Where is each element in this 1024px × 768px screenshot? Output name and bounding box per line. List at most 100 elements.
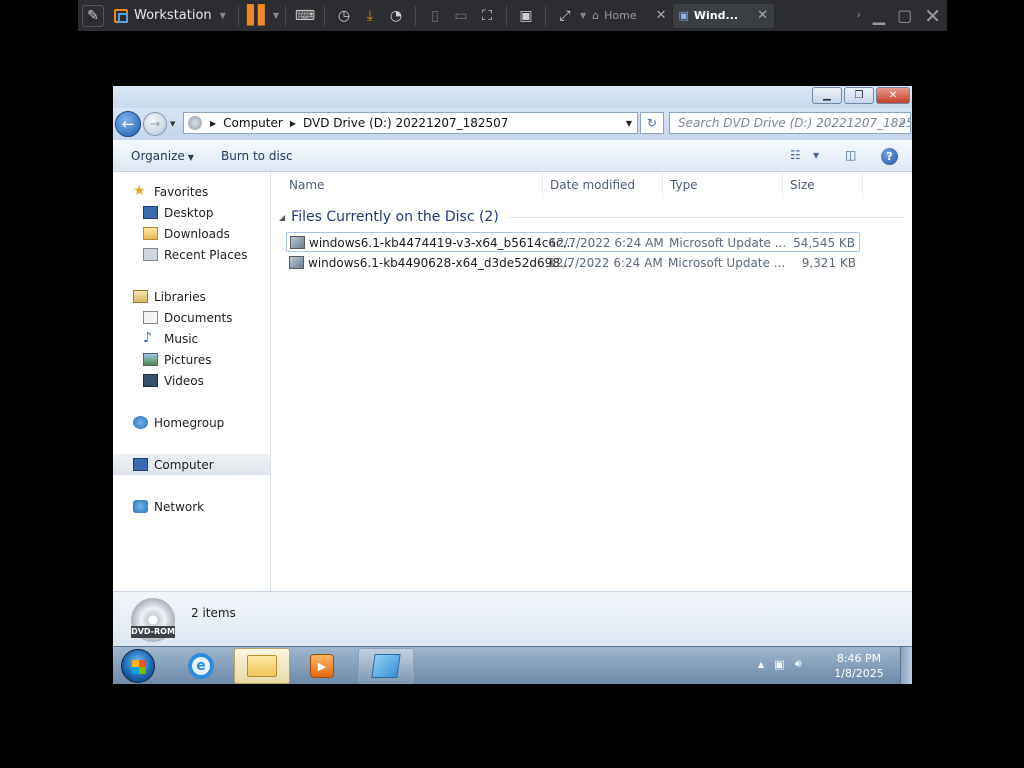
column-header-type[interactable]: Type <box>670 178 698 192</box>
close-icon[interactable]: ✕ <box>924 4 941 28</box>
file-type: Microsoft Update ... <box>669 236 787 250</box>
recent-pages-chevron-icon[interactable]: ▼ <box>170 120 175 128</box>
clock[interactable]: 8:46 PM 1/8/2025 <box>827 651 891 681</box>
column-divider[interactable] <box>662 172 663 198</box>
divider <box>237 5 239 26</box>
column-header-date[interactable]: Date modified <box>550 178 635 192</box>
breadcrumb-chevron-icon[interactable]: ▶ <box>290 119 296 128</box>
clock-date: 1/8/2025 <box>834 667 884 680</box>
search-icon[interactable]: ⌕ <box>899 115 906 130</box>
sidebar-item-label: Music <box>164 331 199 346</box>
organize-button[interactable]: Organize ▼ <box>131 149 194 163</box>
file-name: windows6.1-kb4474419-v3-x64_b5614c6c... <box>309 236 575 250</box>
breadcrumb-computer[interactable]: Computer <box>223 116 283 130</box>
close-tab-icon[interactable]: ✕ <box>757 8 768 23</box>
tab-home[interactable]: ⌂ Home ✕ <box>586 4 672 28</box>
forward-button[interactable]: → <box>143 112 167 136</box>
homegroup-icon <box>133 416 148 429</box>
thumbnail-view-icon[interactable]: ▭ <box>448 3 474 29</box>
sidebar-item-libraries[interactable]: Libraries <box>113 286 270 307</box>
libraries-icon <box>133 290 148 303</box>
snapshot-icon[interactable]: ◷ <box>331 3 357 29</box>
sidebar-item-favorites[interactable]: ★ Favorites <box>113 181 270 202</box>
column-divider[interactable] <box>782 172 783 198</box>
navigation-pane: ★ Favorites Desktop Downloads Recent Pla… <box>113 172 271 591</box>
restore-button[interactable]: ❐ <box>844 87 874 104</box>
change-view-icon[interactable]: ☷ <box>790 148 801 162</box>
fullscreen-icon[interactable]: ⛶ <box>474 3 500 29</box>
address-bar-area: ← → ▼ ▶ Computer ▶ DVD Drive (D:) 202212… <box>113 108 912 140</box>
setup-icon <box>371 654 401 678</box>
group-divider <box>506 216 904 218</box>
videos-icon <box>143 374 158 387</box>
console-view-icon[interactable]: ▣ <box>513 3 539 29</box>
burn-to-disc-button[interactable]: Burn to disc <box>221 149 293 163</box>
show-desktop-button[interactable] <box>900 647 912 684</box>
table-row[interactable]: windows6.1-kb4490628-x64_d3de52d698... 1… <box>286 253 860 273</box>
sidebar-item-desktop[interactable]: Desktop <box>113 202 270 223</box>
send-ctrl-alt-del-button[interactable]: ⌨ <box>292 3 318 29</box>
pause-button[interactable]: ▌▌ <box>245 3 272 29</box>
breadcrumb[interactable]: ▶ Computer ▶ DVD Drive (D:) 20221207_182… <box>183 112 638 134</box>
tab-windows-vm[interactable]: ▣ Wind... ✕ <box>672 3 774 28</box>
stretch-guest-icon[interactable]: ⤢ <box>552 3 578 29</box>
view-options-chevron-icon[interactable]: ▼ <box>813 151 819 160</box>
tab-scroll-icon[interactable]: › <box>857 10 861 21</box>
sidebar-item-pictures[interactable]: Pictures <box>113 349 270 370</box>
sidebar-item-homegroup[interactable]: Homegroup <box>113 412 270 433</box>
sidebar-item-documents[interactable]: Documents <box>113 307 270 328</box>
volume-icon[interactable]: 🔊︎ <box>795 657 802 671</box>
taskbar-internet-explorer[interactable]: e <box>173 648 229 684</box>
taskbar-setup-window[interactable] <box>358 648 414 684</box>
group-header[interactable]: ◢ Files Currently on the Disc (2) <box>279 208 904 226</box>
action-center-icon[interactable]: ▣ <box>774 658 784 671</box>
sidebar-item-computer[interactable]: Computer <box>113 454 270 475</box>
minimize-button[interactable]: ▁ <box>812 87 842 104</box>
breadcrumb-chevron-icon[interactable]: ▶ <box>210 119 216 128</box>
close-button[interactable]: ✕ <box>876 87 910 104</box>
snapshot-manager-icon[interactable]: ◔ <box>383 3 409 29</box>
sidebar-item-label: Documents <box>164 310 233 325</box>
pause-menu-chevron-icon[interactable]: ▼ <box>273 11 279 20</box>
workstation-menu[interactable]: Workstation ▼ <box>108 8 232 23</box>
taskbar-media-player[interactable]: ▶ <box>294 648 350 684</box>
address-dropdown-icon[interactable]: ▼ <box>626 119 632 128</box>
pin-icon[interactable]: ✎ <box>82 4 104 27</box>
refresh-button[interactable]: ↻ <box>640 112 664 134</box>
close-tab-icon[interactable]: ✕ <box>656 8 667 23</box>
taskbar-windows-explorer[interactable] <box>234 648 290 684</box>
sidebar-item-music[interactable]: ♪ Music <box>113 328 270 349</box>
drive-icon <box>188 116 202 130</box>
sidebar-item-label: Homegroup <box>154 415 225 430</box>
breadcrumb-dvd-drive[interactable]: DVD Drive (D:) 20221207_182507 <box>303 116 508 130</box>
sidebar-item-label: Computer <box>154 457 214 472</box>
vm-icon: ▣ <box>678 9 689 22</box>
column-divider[interactable] <box>542 172 543 198</box>
sidebar-item-network[interactable]: Network <box>113 496 270 517</box>
collapse-group-icon[interactable]: ◢ <box>279 213 285 222</box>
library-view-icon[interactable]: ▯ <box>422 3 448 29</box>
sidebar-item-downloads[interactable]: Downloads <box>113 223 270 244</box>
file-name: windows6.1-kb4490628-x64_d3de52d698... <box>308 256 572 270</box>
help-icon[interactable]: ? <box>881 148 898 165</box>
tab-vm-label: Wind... <box>693 9 739 22</box>
show-hidden-icons-icon[interactable]: ▲ <box>758 660 764 669</box>
preview-pane-icon[interactable]: ◫ <box>845 148 856 162</box>
start-button[interactable] <box>121 649 155 683</box>
sidebar-item-videos[interactable]: Videos <box>113 370 270 391</box>
revert-snapshot-icon[interactable]: ⤓ <box>357 3 383 29</box>
maximize-icon[interactable]: ▢ <box>897 6 912 25</box>
file-type: Microsoft Update ... <box>668 256 786 270</box>
sidebar-item-label: Desktop <box>164 205 214 220</box>
sidebar-item-recent-places[interactable]: Recent Places <box>113 244 270 265</box>
column-header-size[interactable]: Size <box>790 178 815 192</box>
column-header-name[interactable]: Name <box>289 178 324 192</box>
column-divider[interactable] <box>862 172 863 198</box>
explorer-title-bar[interactable]: ▁ ❐ ✕ <box>113 86 912 108</box>
minimize-icon[interactable]: ▁ <box>873 6 885 25</box>
search-input[interactable]: Search DVD Drive (D:) 20221207_1825... ⌕ <box>669 112 911 134</box>
divider <box>544 5 546 26</box>
network-icon <box>133 500 148 513</box>
back-button[interactable]: ← <box>115 111 141 137</box>
table-row[interactable]: windows6.1-kb4474419-v3-x64_b5614c6c... … <box>286 232 860 252</box>
